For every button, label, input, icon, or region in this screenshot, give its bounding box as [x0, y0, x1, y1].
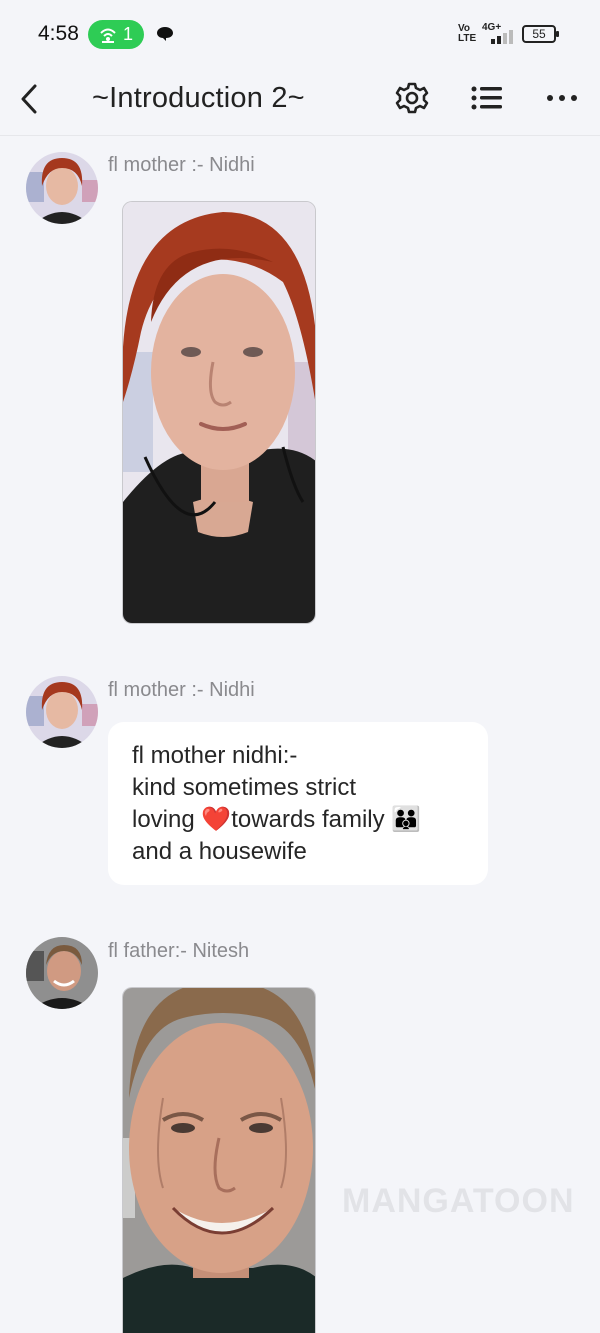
signal-icon — [491, 30, 513, 44]
battery-icon: 55 — [522, 25, 559, 43]
settings-button[interactable] — [394, 80, 430, 116]
more-icon — [547, 95, 577, 101]
mother-photo — [123, 202, 315, 623]
sender-name[interactable]: fl father:- Nitesh — [108, 940, 249, 963]
watermark: MANGATOON — [342, 1182, 575, 1220]
father-photo — [123, 988, 315, 1333]
status-time: 4:58 — [38, 22, 79, 45]
hotspot-count: 1 — [122, 24, 133, 44]
chapter-list-button[interactable] — [470, 82, 504, 114]
avatar[interactable] — [26, 152, 98, 224]
back-button[interactable] — [14, 82, 44, 116]
message-bubble[interactable]: fl mother nidhi:- kind sometimes strict … — [108, 722, 488, 885]
hotspot-indicator[interactable]: 1 — [88, 20, 144, 49]
sender-name[interactable]: fl mother :- Nidhi — [108, 679, 255, 702]
message-image[interactable] — [122, 201, 316, 624]
chat-notification-icon — [157, 27, 173, 41]
battery-level: 55 — [532, 27, 546, 41]
mother-avatar-image — [26, 676, 98, 748]
top-bar: ~Introduction 2~ — [0, 68, 600, 136]
page-title: ~Introduction 2~ — [92, 82, 305, 114]
list-icon — [471, 86, 502, 110]
hotspot-icon — [100, 28, 116, 43]
mother-avatar-image — [26, 152, 98, 224]
message-text-line: and a housewife — [132, 838, 307, 865]
volte-indicator: Vo LTE — [458, 23, 477, 44]
status-bar: 4:58 1 Vo LTE 4G+ 55 — [0, 0, 600, 68]
gear-icon — [395, 82, 429, 114]
back-arrow-icon — [21, 84, 37, 114]
message-image[interactable] — [122, 987, 316, 1333]
avatar[interactable] — [26, 937, 98, 1009]
avatar[interactable] — [26, 676, 98, 748]
message-text-line: kind sometimes strict — [132, 774, 357, 801]
message-text-line: loving ❤️towards family 👪 — [132, 806, 422, 833]
more-options-button[interactable] — [544, 82, 580, 114]
sender-name[interactable]: fl mother :- Nidhi — [108, 154, 255, 177]
father-avatar-image — [26, 937, 98, 1009]
message-text-line: fl mother nidhi:- — [132, 742, 298, 769]
